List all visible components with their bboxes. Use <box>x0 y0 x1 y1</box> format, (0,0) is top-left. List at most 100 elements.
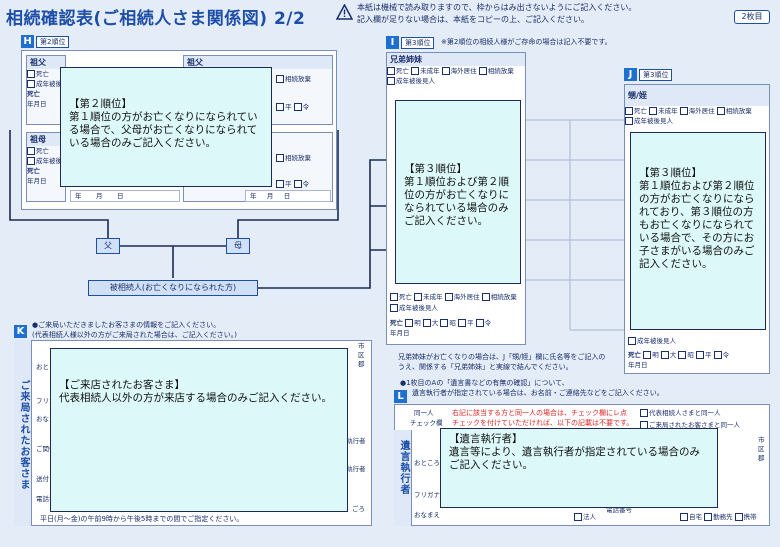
renounce2-label: 相続放棄 <box>285 154 311 162</box>
notice-line-1: 本紙は機械で読み取りますので、枠からはみ出さないようにご記入ください。 <box>357 3 637 12</box>
nep2-guardian-label: 成年被後見人 <box>637 337 676 345</box>
section-l-side: 遺言執行者 <box>394 430 412 526</box>
guardian2-checkbox[interactable] <box>27 157 35 165</box>
section-h-overlay-title: 【第２順位】 <box>69 98 132 110</box>
nep-deceased-checkbox[interactable] <box>625 107 633 115</box>
sib2-renounce-checkbox[interactable] <box>481 293 490 301</box>
sib-ymd-label: 年月日 <box>390 329 410 337</box>
section-h-rank: 第2順位 <box>36 36 70 48</box>
nep-renounce-label: 相続放棄 <box>725 107 752 115</box>
sib2-overseas-checkbox[interactable] <box>444 293 453 301</box>
home-checkbox[interactable] <box>680 513 688 521</box>
nep-heisei-checkbox[interactable] <box>696 351 704 359</box>
death-date-field[interactable]: 年 月 日 <box>70 190 180 202</box>
nep-reiwa-checkbox[interactable] <box>713 351 722 359</box>
mother-tag: 母 <box>226 238 250 254</box>
footnote-line-2: うえ、関係する「兄弟姉妹」と実線で結んでください。 <box>398 363 573 371</box>
section-l-intro-1: ●1枚目のAの「遺言書などの有無の確認」について、 <box>400 379 569 387</box>
nep2-guardian-checkbox[interactable] <box>628 337 636 345</box>
sib2-minor-label: 未成年 <box>423 293 443 301</box>
reiwa-checkbox[interactable] <box>293 103 302 111</box>
work-checkbox[interactable] <box>704 513 713 521</box>
reiwa2-checkbox[interactable] <box>293 180 302 188</box>
sib2-deceased-checkbox[interactable] <box>390 293 398 301</box>
nep-guardian-label: 成年被後見人 <box>634 117 673 125</box>
sib-renounce-label: 相続放棄 <box>487 67 514 75</box>
showa-label: 昭 <box>449 319 456 327</box>
corporation-label: 法人 <box>583 513 596 521</box>
sib-deceased-checkbox[interactable] <box>387 67 395 75</box>
l-address-label: おところ <box>414 459 440 467</box>
reiwa-label: 令 <box>302 103 310 111</box>
renounce2-checkbox[interactable] <box>276 154 284 162</box>
section-k-overlay-title: 【ご来店されたお客さま】 <box>59 379 185 391</box>
nep-death-row: 死亡 明 大 昭 平 令 <box>628 350 729 360</box>
section-l-overlay: 【遺言執行者】 遺言等により、遺言執行者が指定されている場合のみご記入ください。 <box>440 428 718 508</box>
section-l-intro-2: 遺言執行者が指定されている場合は、お名前・ご連絡先などをご記入ください。 <box>412 389 664 397</box>
meiji-checkbox[interactable] <box>405 319 414 327</box>
nep-heisei-label: 平 <box>705 351 712 359</box>
nep-minor-checkbox[interactable] <box>649 107 658 115</box>
mobile-checkbox[interactable] <box>734 513 743 521</box>
sib-renounce-checkbox[interactable] <box>478 67 487 75</box>
l-phone-type-row: 自宅 勤務先 携帯 <box>680 512 757 522</box>
section-k-intro-1: ●ご来局いただきましたお客さまの情報をご記入ください。 <box>32 321 221 329</box>
heisei-i-checkbox[interactable] <box>458 319 466 327</box>
renounce-checkbox[interactable] <box>276 75 284 83</box>
decedent-tag: 被相続人(お亡くなりになられた方) <box>88 280 258 296</box>
reiwa-i-checkbox[interactable] <box>475 319 484 327</box>
section-j-rank: 第3順位 <box>639 69 673 81</box>
section-i-footnote: 兄弟姉妹がお亡くなりの場合は、J「甥/姪」欄に氏名等をご記入の うえ、関係する「… <box>398 352 605 372</box>
death-date-field-2[interactable]: 年 月 日 <box>245 190 331 202</box>
nep-meiji-checkbox[interactable] <box>643 351 652 359</box>
sib2-guardian-checkbox[interactable] <box>390 304 398 312</box>
year-label: 年 <box>75 192 82 200</box>
section-h-label: H <box>21 35 34 48</box>
heisei-label: 平 <box>285 103 292 111</box>
section-h-overlay-body: 第１順位の方がお亡くなりになられている場合で、父母がお亡くなりになられている場合… <box>69 111 258 149</box>
sib2-renounce-label: 相続放棄 <box>490 293 517 301</box>
nephew-head: 甥/姪 <box>625 85 769 106</box>
taisho-checkbox[interactable] <box>422 319 431 327</box>
k-hours-text: 平日(月～金)の午前9時から午後5時までの間でご指定ください。 <box>40 515 244 523</box>
l-name-label: おなまえ <box>414 511 440 519</box>
meiji-label: 明 <box>414 319 421 327</box>
nep-meiji-label: 明 <box>652 351 659 359</box>
section-k-label: K <box>14 325 27 338</box>
nep-overseas-label: 海外居住 <box>688 107 715 115</box>
k-send-label: 送付 <box>36 475 49 483</box>
nep-ymd-label: 年月日 <box>628 361 648 369</box>
guardian-checkbox[interactable] <box>27 80 35 88</box>
deceased2-checkbox[interactable] <box>27 147 35 155</box>
sib-deceased-label: 死亡 <box>396 67 409 75</box>
sib-minor-checkbox[interactable] <box>411 67 420 75</box>
sib-overseas-checkbox[interactable] <box>441 67 450 75</box>
work-label: 勤務先 <box>713 513 733 521</box>
section-h-overlay: 【第２順位】 第１順位の方がお亡くなりになられている場合で、父母がお亡くなりにな… <box>60 67 272 187</box>
section-k-intro: ●ご来局いただきましたお客さまの情報をご記入ください。 (代表相続人様以外の方が… <box>32 320 237 340</box>
nep-overseas-checkbox[interactable] <box>679 107 688 115</box>
l-furigana-label: フリガナ <box>414 491 440 499</box>
k-executor-label: 執行者 <box>346 437 366 445</box>
showa-checkbox[interactable] <box>440 319 449 327</box>
corporation-checkbox[interactable] <box>574 513 582 521</box>
nep-taisho-checkbox[interactable] <box>660 351 669 359</box>
sib2-minor-checkbox[interactable] <box>414 293 423 301</box>
section-i-overlay: 【第３順位】 第１順位および第２順位の方がお亡くなりになられている場合のみご記入… <box>395 100 521 284</box>
nep-guardian-checkbox[interactable] <box>625 117 633 125</box>
l-corp-row: 法人 <box>574 512 596 522</box>
mobile-label: 携帯 <box>743 513 757 521</box>
sib2-deceased-label: 死亡 <box>399 293 412 301</box>
nep-showa-checkbox[interactable] <box>678 351 687 359</box>
nep-death-label: 死亡 <box>628 351 641 359</box>
deceased-checkbox[interactable] <box>27 70 35 78</box>
siblings-head: 兄弟姉妹 <box>387 53 525 66</box>
k-city-label: 市区郡 <box>358 342 365 368</box>
heisei-checkbox[interactable] <box>276 103 284 111</box>
k-tail-label: ごろ <box>352 505 365 513</box>
same-rep-checkbox[interactable] <box>640 409 648 417</box>
sib-guardian-checkbox[interactable] <box>387 77 395 85</box>
sib-bottom-guardian: 成年被後見人 <box>390 303 438 313</box>
nep-renounce-checkbox[interactable] <box>716 107 725 115</box>
heisei2-checkbox[interactable] <box>276 180 284 188</box>
